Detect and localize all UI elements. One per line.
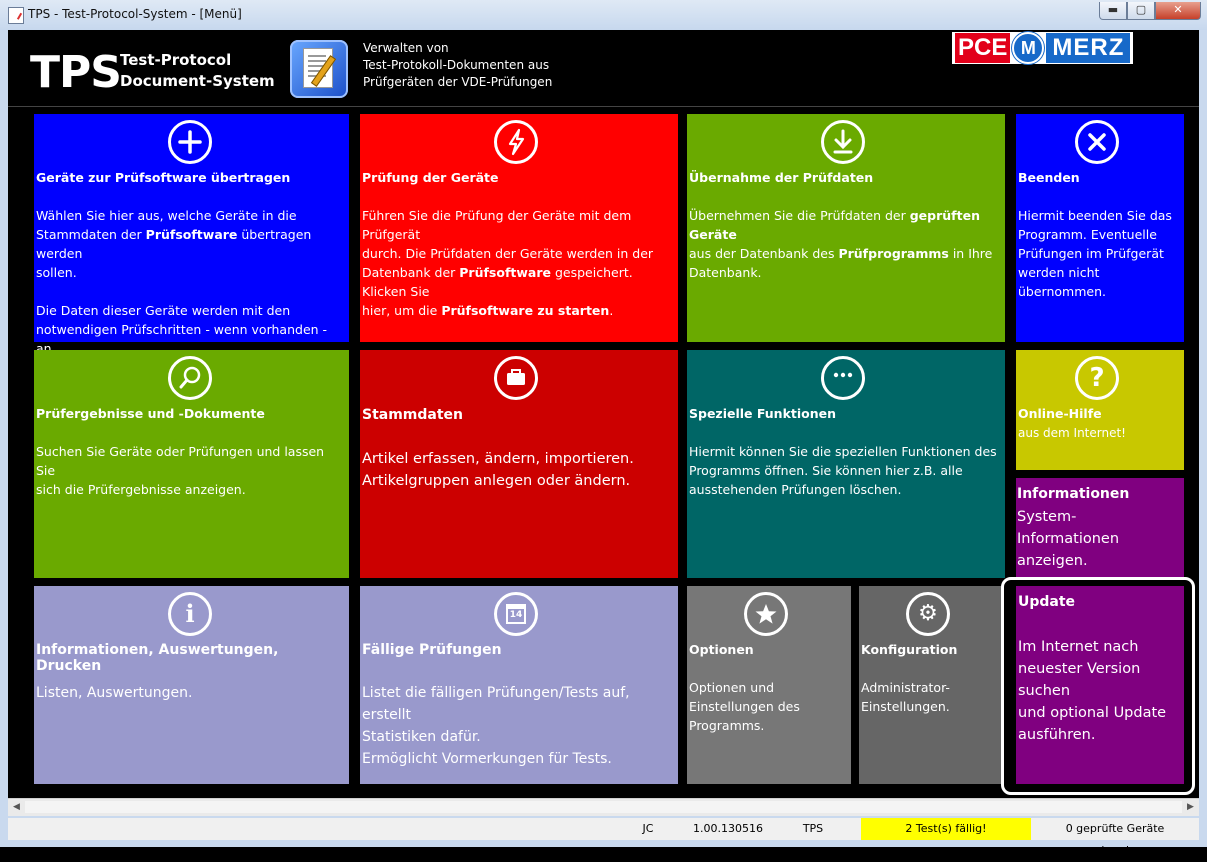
- tile-options-title: Optionen: [689, 642, 754, 657]
- horizontal-scrollbar[interactable]: ◀ ▶: [8, 798, 1199, 816]
- title-bar[interactable]: TPS - Test-Protocol-System - [Menü] ▬ ▢ …: [0, 0, 1207, 31]
- calendar-day: 14: [509, 610, 523, 620]
- status-app: TPS: [802, 822, 824, 835]
- header-divider: [8, 106, 1199, 107]
- tile-master-text: Artikel erfassen, ändern, importieren. A…: [362, 451, 634, 489]
- tile-config-text: Administrator- Einstellungen.: [861, 680, 950, 714]
- desc-line-2: Test-Protokoll-Dokumenten aus: [363, 58, 550, 72]
- tile-online-help[interactable]: ? Online-Hilfe aus dem Internet!: [1016, 350, 1184, 470]
- tile-results-title: Prüfergebnisse und -Dokumente: [36, 406, 265, 421]
- tile-due-tests[interactable]: 14 Fällige Prüfungen Listet die fälligen…: [360, 586, 678, 784]
- document-logo-icon: [290, 40, 348, 98]
- main-area: TPS Test-Protocol Document-System Verwal…: [8, 30, 1199, 798]
- brand-logo: PCE M MERZ: [952, 32, 1134, 64]
- tile-test-title: Prüfung der Geräte: [362, 170, 499, 185]
- tile-quit-text: Hiermit beenden Sie das Programm. Eventu…: [1018, 208, 1172, 299]
- status-version: 1.00.130516: [693, 822, 763, 835]
- tile-results-text: Suchen Sie Geräte oder Prüfungen und las…: [36, 444, 325, 497]
- app-name-line2: Document-System: [120, 72, 275, 90]
- app-short-name: TPS: [30, 47, 122, 98]
- desc-line-3: Prüfgeräten der VDE-Prüfungen: [363, 75, 553, 89]
- tile-information[interactable]: Informationen System-Informationen anzei…: [1016, 478, 1184, 578]
- tile-due-text: Listet die fälligen Prüfungen/Tests auf,…: [362, 685, 630, 767]
- status-user: JC: [642, 822, 654, 835]
- lightning-icon: [494, 120, 538, 164]
- status-checked-devices: 0 geprüfte Geräte vorhanden.: [1065, 822, 1165, 857]
- app-icon[interactable]: [8, 7, 24, 24]
- search-icon: [168, 356, 212, 400]
- app-full-name: Test-Protocol Document-System: [120, 50, 275, 92]
- tile-help-text: aus dem Internet!: [1018, 426, 1126, 440]
- close-icon: [1075, 120, 1119, 164]
- tile-master-title: Stammdaten: [362, 407, 464, 423]
- tile-info-title: Informationen: [1017, 486, 1130, 502]
- tile-import-text: Übernehmen Sie die Prüfdaten der geprüft…: [689, 208, 993, 280]
- brand-merz: MERZ: [1046, 33, 1131, 63]
- tile-reports-title: Informationen, Auswertungen, Drucken: [36, 642, 279, 674]
- tile-import-title: Übernahme der Prüfdaten: [689, 170, 874, 185]
- app-description: Verwalten von Test-Protokoll-Dokumenten …: [363, 40, 552, 91]
- maximize-button[interactable]: ▢: [1127, 2, 1155, 20]
- close-window-button[interactable]: ✕: [1155, 2, 1201, 20]
- tile-test-devices[interactable]: Prüfung der Geräte Führen Sie die Prüfun…: [360, 114, 678, 342]
- tile-transfer-title: Geräte zur Prüfsoftware übertragen: [36, 170, 291, 185]
- tile-config-title: Konfiguration: [861, 642, 958, 657]
- tile-options[interactable]: Optionen Optionen und Einstellungen des …: [687, 586, 851, 784]
- tile-options-text: Optionen und Einstellungen des Programms…: [689, 680, 800, 733]
- window-controls: ▬ ▢ ✕: [1099, 2, 1201, 20]
- minimize-button[interactable]: ▬: [1099, 2, 1127, 20]
- status-bar: JC 1.00.130516 TPS 2 Test(s) fällig! 0 g…: [8, 818, 1199, 857]
- briefcase-icon: [494, 356, 538, 400]
- info-icon: i: [168, 592, 212, 636]
- tile-special-title: Spezielle Funktionen: [689, 406, 837, 421]
- question-icon: ?: [1075, 356, 1119, 400]
- tile-reports[interactable]: i Informationen, Auswertungen, Drucken L…: [34, 586, 349, 784]
- tile-update-title: Update: [1018, 594, 1076, 610]
- scroll-left-icon[interactable]: ◀: [8, 799, 25, 816]
- download-icon: [821, 120, 865, 164]
- plus-icon: [168, 120, 212, 164]
- tile-transfer-devices[interactable]: Geräte zur Prüfsoftware übertragen Wähle…: [34, 114, 349, 375]
- window-title: TPS - Test-Protocol-System - [Menü]: [28, 7, 242, 21]
- tile-info-text: System-Informationen anzeigen.: [1017, 509, 1120, 569]
- tile-reports-text: Listen, Auswertungen.: [36, 685, 193, 701]
- tile-help-title: Online-Hilfe: [1018, 406, 1102, 421]
- tile-test-text: Führen Sie die Prüfung der Geräte mit de…: [362, 208, 654, 318]
- tile-update-text: Im Internet nach neuester Version suchen…: [1018, 639, 1167, 743]
- tile-update[interactable]: Update Im Internet nach neuester Version…: [1016, 586, 1184, 784]
- brand-pce: PCE: [955, 33, 1011, 63]
- tile-quit-title: Beenden: [1018, 170, 1080, 185]
- tile-import-data[interactable]: Übernahme der Prüfdaten Übernehmen Sie d…: [687, 114, 1005, 342]
- scrollbar-thumb[interactable]: [25, 801, 1182, 813]
- window-frame: TPS Test-Protocol Document-System Verwal…: [0, 30, 1207, 857]
- scroll-right-icon[interactable]: ▶: [1182, 799, 1199, 816]
- tile-results[interactable]: Prüfergebnisse und -Dokumente Suchen Sie…: [34, 350, 349, 578]
- tile-special-functions[interactable]: Spezielle Funktionen Hiermit können Sie …: [687, 350, 1005, 578]
- calendar-icon: 14: [494, 592, 538, 636]
- star-icon: [744, 592, 788, 636]
- tile-master-data[interactable]: Stammdaten Artikel erfassen, ändern, imp…: [360, 350, 678, 578]
- tile-due-title: Fällige Prüfungen: [362, 642, 502, 658]
- desc-line-1: Verwalten von: [363, 41, 449, 55]
- status-due-tests: 2 Test(s) fällig!: [861, 818, 1031, 840]
- tile-configuration[interactable]: ⚙ Konfiguration Administrator- Einstellu…: [859, 586, 1001, 784]
- gear-icon: ⚙: [906, 592, 950, 636]
- tile-quit[interactable]: Beenden Hiermit beenden Sie das Programm…: [1016, 114, 1184, 342]
- app-name-line1: Test-Protocol: [120, 51, 232, 69]
- tile-special-text: Hiermit können Sie die speziellen Funkti…: [689, 444, 997, 497]
- brand-m: M: [1012, 32, 1045, 64]
- more-icon: [821, 356, 865, 400]
